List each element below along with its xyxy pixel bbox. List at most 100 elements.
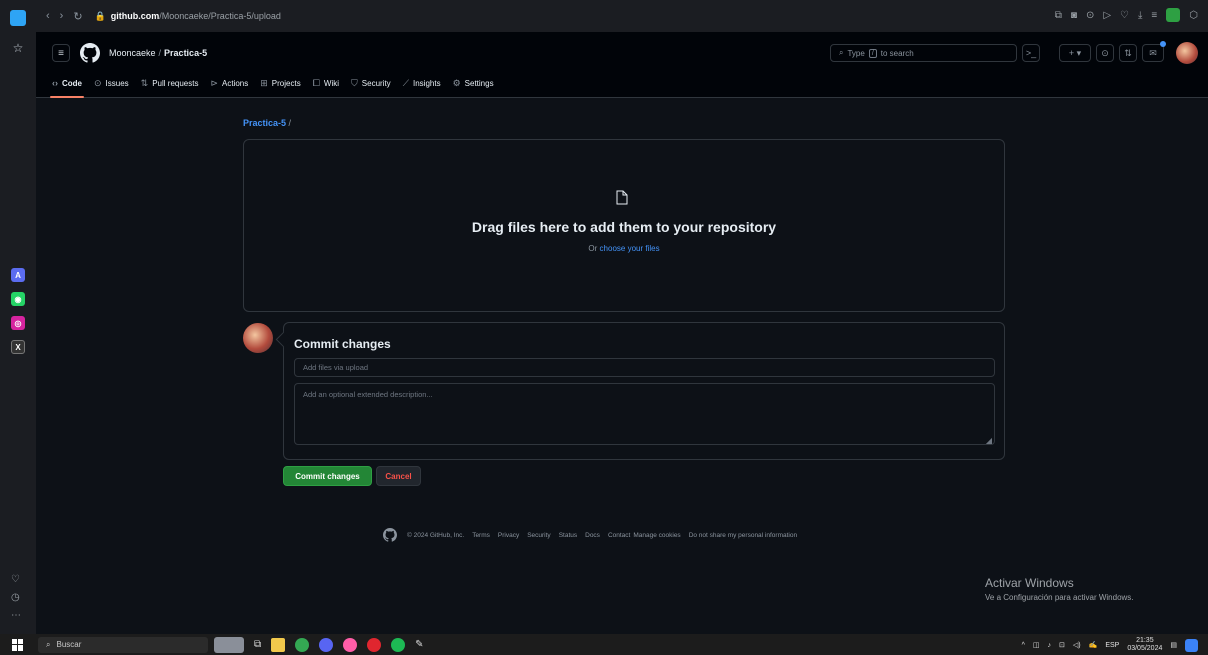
footer-link-security[interactable]: Security	[527, 532, 550, 539]
lock-icon: 🔒	[94, 10, 106, 21]
issues-icon[interactable]: ⊙	[1096, 44, 1114, 62]
tray-app-icon[interactable]: ◫	[1033, 641, 1040, 649]
play-icon: ⊳	[210, 77, 219, 88]
create-new-icon[interactable]: + ▾	[1059, 44, 1091, 62]
tab-projects[interactable]: ⊞ Projects	[260, 76, 300, 90]
footer-link-privacy[interactable]: Privacy	[498, 532, 519, 539]
bookmark-star-icon[interactable]: ☆	[8, 38, 28, 58]
file-explorer-icon[interactable]	[271, 637, 286, 652]
github-logo-icon[interactable]	[80, 43, 100, 63]
cancel-button[interactable]: Cancel	[376, 466, 421, 486]
tab-settings[interactable]: ⚙ Settings	[453, 76, 494, 90]
repo-link[interactable]: Practica-5	[164, 48, 207, 58]
file-drop-zone[interactable]: Drag files here to add them to your repo…	[243, 139, 1005, 312]
brush-app-icon[interactable]: ✎	[415, 639, 423, 650]
github-header: ≡ Mooncaeke / Practica-5 ⌕ Type / to searc…	[36, 32, 1208, 98]
tab-security[interactable]: ⛉ Security	[351, 76, 391, 90]
taskbar-search[interactable]: ⌕ Buscar	[38, 636, 208, 653]
footer-link-contact[interactable]: Contact	[608, 532, 630, 539]
user-avatar[interactable]	[1176, 42, 1198, 64]
discord-icon[interactable]	[319, 637, 334, 652]
system-tray: ^ ◫ ♪ ⊡ ◁) ✍ ESP 21:35 03/05/2024 ▤	[1022, 637, 1198, 653]
instagram-icon[interactable]: ◎	[11, 316, 25, 330]
search-icon: ⌕	[839, 48, 844, 57]
commit-description-input[interactable]	[294, 383, 995, 445]
tab-pull-requests[interactable]: ⇅ Pull requests	[141, 76, 199, 90]
camera-icon[interactable]: ◙	[1071, 10, 1077, 21]
owner-link[interactable]: Mooncaeke	[109, 48, 156, 58]
vpn-icon[interactable]: ⊙	[1086, 10, 1094, 21]
tab-insights[interactable]: ⟋ Insights	[403, 76, 441, 90]
tab-wiki[interactable]: ⧠ Wiki	[313, 76, 339, 90]
windows-taskbar: ⌕ Buscar ⧉ ✎ ^ ◫ ♪ ⊡ ◁) ✍ ESP 21:35 03/0…	[0, 634, 1208, 655]
file-icon	[616, 190, 628, 205]
search-input[interactable]: ⌕ Type / to search	[830, 44, 1017, 62]
table-icon: ⊞	[260, 77, 268, 88]
tab-code[interactable]: ‹› Code	[50, 76, 84, 98]
extension-icon[interactable]	[1166, 8, 1181, 22]
home-icon[interactable]	[10, 10, 26, 26]
footer-link-docs[interactable]: Docs	[585, 532, 600, 539]
search-key-hint: /	[868, 48, 877, 58]
aria-app-icon[interactable]: A	[11, 268, 25, 282]
volume-icon[interactable]: ◁)	[1073, 641, 1081, 649]
footer-link-terms[interactable]: Terms	[472, 532, 490, 539]
heart-icon[interactable]: ♡	[11, 574, 20, 585]
toolbar-actions: ⧉ ◙ ⊙ ▷ ♡ ⤓ ≡ ⬡	[1055, 8, 1198, 22]
choose-files-link[interactable]: choose your files	[600, 244, 660, 253]
footer-link-manage-cookies[interactable]: Manage cookies	[633, 532, 680, 539]
koala-widget-icon[interactable]	[214, 636, 244, 653]
download-icon[interactable]: ⤓	[1138, 10, 1142, 21]
clock[interactable]: 21:35 03/05/2024	[1127, 637, 1162, 653]
forward-icon[interactable]: ›	[60, 10, 64, 22]
notifications-icon[interactable]: ▤	[1170, 641, 1177, 649]
player-icon[interactable]: ▷	[1103, 10, 1111, 21]
back-icon[interactable]: ‹	[46, 10, 50, 22]
windows-start-icon[interactable]	[12, 638, 24, 651]
x-twitter-icon[interactable]: X	[11, 340, 25, 354]
address-bar[interactable]: 🔒 github.com/Mooncaeke/Practica-5/upload	[95, 11, 281, 22]
network-icon[interactable]: ⊡	[1059, 641, 1065, 649]
code-icon: ‹›	[52, 78, 58, 88]
more-icon[interactable]: ⋯	[11, 610, 21, 621]
repo-root-link[interactable]: Practica-5	[243, 118, 286, 128]
resize-handle-icon[interactable]: ◢	[986, 436, 992, 445]
pull-requests-icon[interactable]: ⇅	[1119, 44, 1137, 62]
opera-gx-icon[interactable]	[367, 637, 382, 652]
commit-summary-input[interactable]	[294, 358, 995, 377]
hamburger-menu-icon[interactable]: ≡	[52, 44, 70, 62]
shield-icon: ⛉	[351, 77, 358, 88]
tab-issues[interactable]: ⊙ Issues	[94, 76, 129, 90]
footer-link-status[interactable]: Status	[559, 532, 577, 539]
commit-changes-button[interactable]: Commit changes	[283, 466, 372, 486]
whatsapp-icon[interactable]: ◉	[11, 292, 25, 306]
footer: © 2024 GitHub, Inc. Terms Privacy Securi…	[383, 528, 797, 542]
footer-copyright: © 2024 GitHub, Inc.	[407, 531, 465, 539]
chevron-up-icon[interactable]: ^	[1022, 642, 1025, 649]
pink-app-icon[interactable]	[343, 637, 358, 652]
commit-title: Commit changes	[294, 337, 391, 351]
history-icon[interactable]: ◷	[11, 592, 20, 603]
reload-icon[interactable]: ↻	[73, 10, 82, 23]
repo-path-breadcrumb: Practica-5 /	[243, 118, 292, 128]
snapshot-icon[interactable]: ⧉	[1055, 10, 1062, 21]
notification-dot	[1160, 41, 1166, 47]
commit-form: Commit changes ◢	[283, 322, 1005, 460]
tab-actions[interactable]: ⊳ Actions	[210, 76, 248, 90]
pen-icon[interactable]: ✍	[1089, 641, 1098, 649]
language-indicator[interactable]: ESP	[1105, 642, 1119, 649]
browser-sidebar: ☆ A ◉ ◎ X ♡ ◷ ⋯	[0, 0, 36, 634]
extensions-cube-icon[interactable]: ⬡	[1189, 10, 1198, 21]
spotify-icon[interactable]	[391, 637, 406, 652]
drop-zone-subtitle: Or choose your files	[588, 244, 660, 253]
copilot-icon[interactable]	[1185, 638, 1198, 652]
task-view-icon[interactable]: ⧉	[254, 639, 261, 650]
github-footer-logo-icon[interactable]	[383, 528, 397, 542]
chrome-icon[interactable]	[295, 637, 310, 652]
command-palette-icon[interactable]: >_	[1022, 44, 1040, 62]
footer-link-do-not-share[interactable]: Do not share my personal information	[689, 532, 797, 539]
favorites-heart-icon[interactable]: ♡	[1120, 10, 1129, 21]
issue-icon: ⊙	[94, 77, 102, 88]
menu-icon[interactable]: ≡	[1151, 10, 1157, 21]
microphone-icon[interactable]: ♪	[1048, 642, 1052, 649]
